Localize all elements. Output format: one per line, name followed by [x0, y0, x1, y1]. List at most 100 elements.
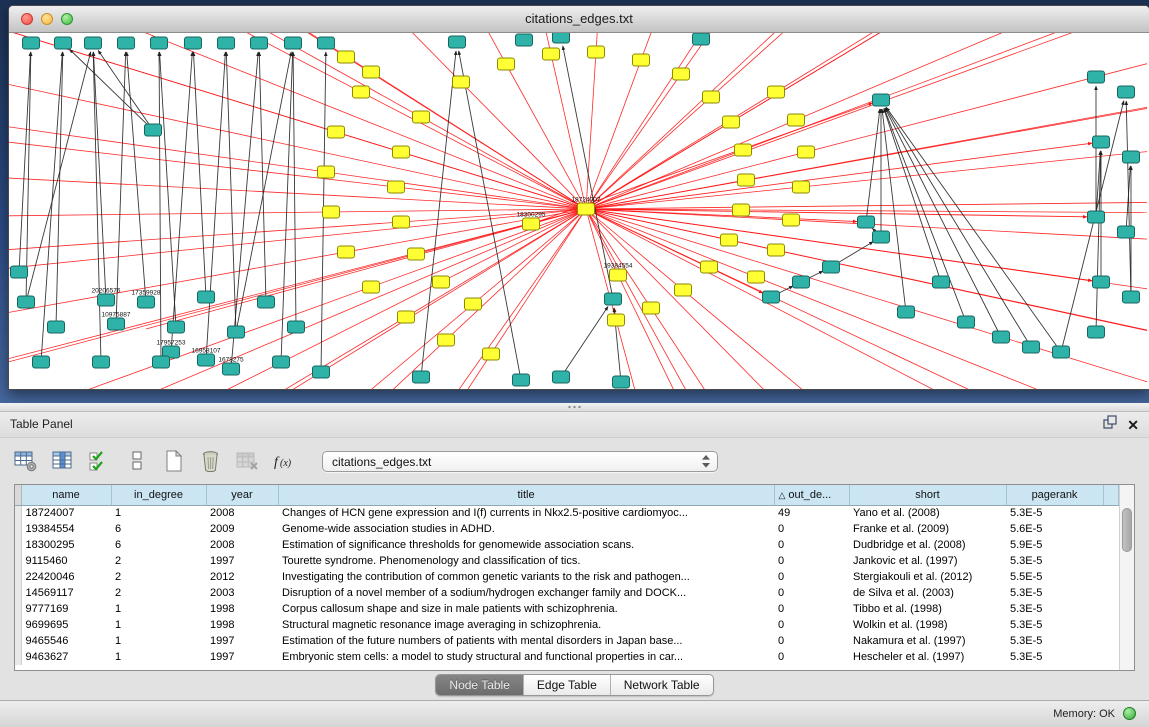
- network-node[interactable]: [145, 124, 162, 136]
- table-cell[interactable]: 5.3E-5: [1006, 505, 1103, 521]
- close-panel-icon[interactable]: ✕: [1127, 417, 1139, 433]
- table-mode-icon[interactable]: [14, 450, 38, 472]
- table-cell[interactable]: 2008: [206, 505, 278, 521]
- table-cell[interactable]: Embryonic stem cells: a model to study s…: [278, 649, 774, 665]
- function-builder-icon[interactable]: f(x): [273, 450, 297, 472]
- selected-network-node[interactable]: [768, 244, 785, 256]
- column-header-year[interactable]: year: [206, 485, 278, 505]
- network-node[interactable]: [993, 331, 1010, 343]
- network-node[interactable]: [763, 291, 780, 303]
- selected-network-node[interactable]: [643, 302, 660, 314]
- network-node[interactable]: [513, 374, 530, 386]
- table-cell[interactable]: 1: [111, 633, 206, 649]
- network-node[interactable]: [449, 36, 466, 48]
- selected-network-node[interactable]: [738, 174, 755, 186]
- table-cell[interactable]: 19384554: [21, 521, 111, 537]
- table-cell[interactable]: 5.3E-5: [1006, 553, 1103, 569]
- table-cell[interactable]: 18724007: [21, 505, 111, 521]
- network-node[interactable]: [958, 316, 975, 328]
- network-node[interactable]: [516, 34, 533, 46]
- network-node[interactable]: 1678275: [218, 357, 244, 376]
- selected-network-node[interactable]: [328, 126, 345, 138]
- table-cell[interactable]: 0: [774, 649, 849, 665]
- network-node[interactable]: [151, 37, 168, 49]
- selected-network-node[interactable]: [788, 114, 805, 126]
- table-cell[interactable]: 5.3E-5: [1006, 585, 1103, 601]
- table-cell[interactable]: Investigating the contribution of common…: [278, 569, 774, 585]
- tab-edge-table[interactable]: Edge Table: [523, 675, 610, 695]
- table-cell[interactable]: 9777169: [21, 601, 111, 617]
- selected-network-node[interactable]: [388, 181, 405, 193]
- table-cell[interactable]: 5.9E-5: [1006, 537, 1103, 553]
- network-node[interactable]: [33, 356, 50, 368]
- network-node[interactable]: [1118, 86, 1135, 98]
- table-cell[interactable]: de Silva et al. (2003): [849, 585, 1006, 601]
- selected-network-node[interactable]: [608, 314, 625, 326]
- table-cell[interactable]: Structural magnetic resonance image aver…: [278, 617, 774, 633]
- table-cell[interactable]: 6: [111, 521, 206, 537]
- selected-network-node[interactable]: [438, 334, 455, 346]
- table-cell[interactable]: 0: [774, 585, 849, 601]
- selected-network-node[interactable]: [798, 146, 815, 158]
- selected-network-node[interactable]: [498, 58, 515, 70]
- network-node[interactable]: [793, 276, 810, 288]
- network-node[interactable]: [613, 376, 630, 388]
- network-node[interactable]: [823, 261, 840, 273]
- network-node[interactable]: [553, 371, 570, 383]
- selected-network-node[interactable]: [588, 46, 605, 58]
- network-node[interactable]: 16958107: [192, 348, 221, 367]
- network-node[interactable]: [273, 356, 290, 368]
- table-cell[interactable]: 9699695: [21, 617, 111, 633]
- selected-network-node[interactable]: [783, 214, 800, 226]
- selected-network-node[interactable]: [393, 216, 410, 228]
- network-node[interactable]: [413, 371, 430, 383]
- table-cell[interactable]: 2008: [206, 537, 278, 553]
- table-row[interactable]: 946554611997Estimation of the future num…: [15, 633, 1119, 649]
- selected-network-node[interactable]: [768, 86, 785, 98]
- table-cell[interactable]: 9465546: [21, 633, 111, 649]
- selected-network-node[interactable]: [433, 276, 450, 288]
- selected-network-node[interactable]: [735, 144, 752, 156]
- selected-network-node[interactable]: [338, 246, 355, 258]
- network-node[interactable]: [251, 37, 268, 49]
- network-node[interactable]: [1093, 276, 1110, 288]
- network-window-titlebar[interactable]: citations_edges.txt: [9, 6, 1149, 33]
- table-cell[interactable]: Corpus callosum shape and size in male p…: [278, 601, 774, 617]
- network-node[interactable]: [55, 37, 72, 49]
- table-cell[interactable]: 2: [111, 585, 206, 601]
- table-cell[interactable]: 1997: [206, 649, 278, 665]
- selected-network-node[interactable]: [543, 48, 560, 60]
- table-cell[interactable]: 22420046: [21, 569, 111, 585]
- selected-network-node[interactable]: [723, 116, 740, 128]
- table-cell[interactable]: 1: [111, 505, 206, 521]
- table-cell[interactable]: 18300295: [21, 537, 111, 553]
- network-node[interactable]: [168, 321, 185, 333]
- tab-node-table[interactable]: Node Table: [436, 675, 523, 695]
- column-header-title[interactable]: title: [278, 485, 774, 505]
- network-node[interactable]: [288, 321, 305, 333]
- selected-network-node[interactable]: [673, 68, 690, 80]
- network-node[interactable]: [285, 37, 302, 49]
- selected-network-node[interactable]: [483, 348, 500, 360]
- table-cell[interactable]: 0: [774, 569, 849, 585]
- table-cell[interactable]: 0: [774, 521, 849, 537]
- table-cell[interactable]: 1997: [206, 553, 278, 569]
- table-cell[interactable]: 6: [111, 537, 206, 553]
- table-cell[interactable]: 0: [774, 537, 849, 553]
- network-node[interactable]: [185, 37, 202, 49]
- table-cell[interactable]: 1998: [206, 617, 278, 633]
- table-cell[interactable]: 49: [774, 505, 849, 521]
- network-node[interactable]: [48, 321, 65, 333]
- network-node[interactable]: 17359928: [132, 290, 161, 309]
- network-node[interactable]: [1093, 136, 1110, 148]
- selected-network-node[interactable]: [323, 206, 340, 218]
- table-cell[interactable]: Estimation of the future numbers of pati…: [278, 633, 774, 649]
- table-cell[interactable]: 5.3E-5: [1006, 617, 1103, 633]
- column-header-short[interactable]: short: [849, 485, 1006, 505]
- table-row[interactable]: 911546021997Tourette syndrome. Phenomeno…: [15, 553, 1119, 569]
- table-cell[interactable]: 5.6E-5: [1006, 521, 1103, 537]
- selected-network-node[interactable]: [793, 181, 810, 193]
- selected-network-node[interactable]: [701, 261, 718, 273]
- table-cell[interactable]: 5.5E-5: [1006, 569, 1103, 585]
- selected-network-node[interactable]: [413, 111, 430, 123]
